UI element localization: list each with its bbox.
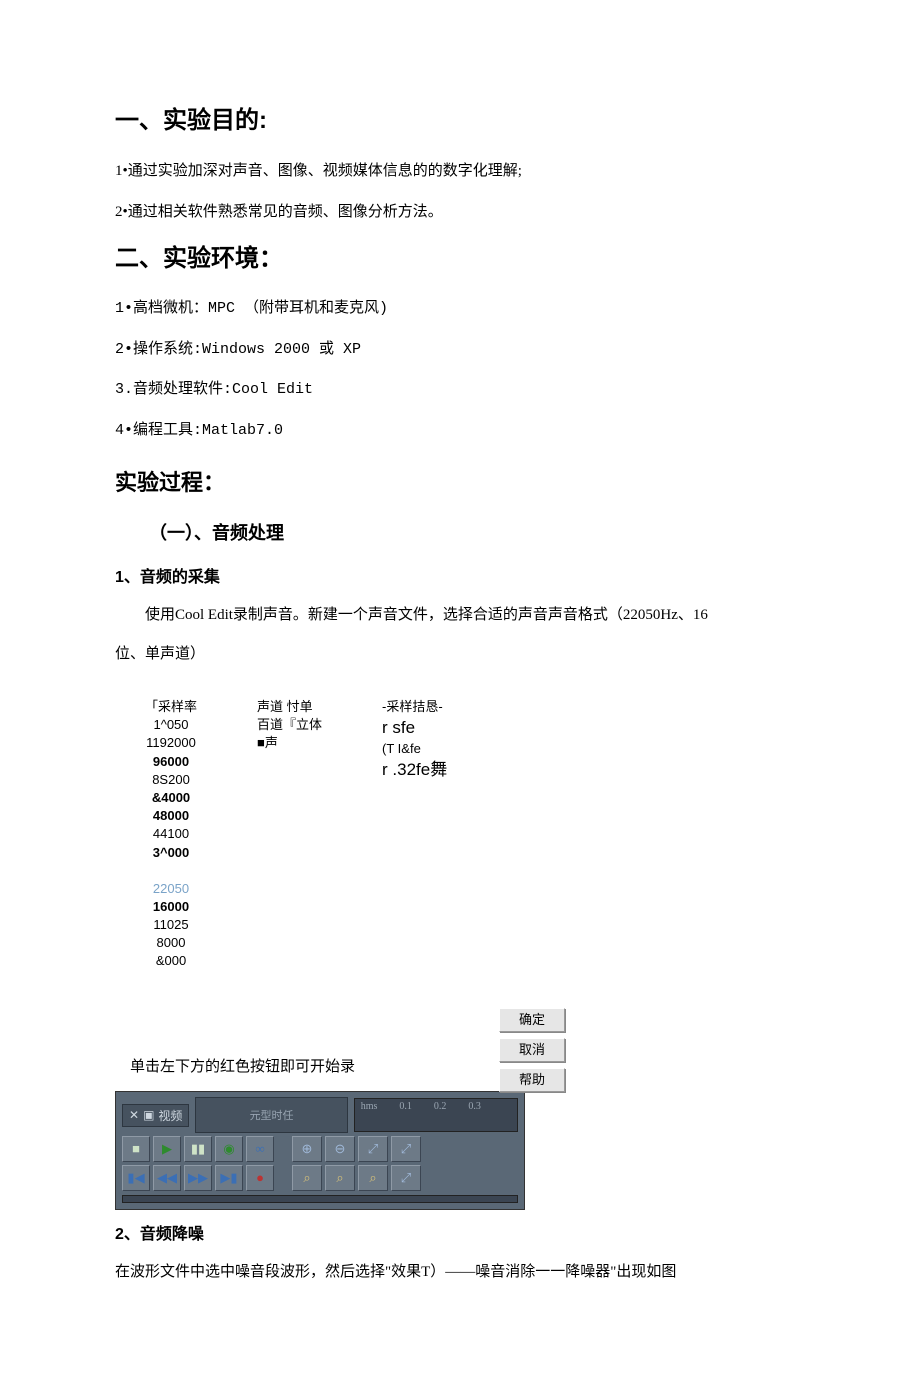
heading-purpose: 一、实验目的:: [115, 100, 805, 135]
stop-button[interactable]: ■: [122, 1136, 150, 1162]
fast-forward-icon: ▶▶: [188, 1170, 208, 1186]
sample-rate-option[interactable]: &000: [156, 952, 186, 970]
play-icon: ▶: [162, 1141, 172, 1157]
magnifier-icon: ⌕: [336, 1170, 343, 1186]
cycle-icon: ◉: [223, 1141, 234, 1157]
toolbar-segment-label: 元型时任: [250, 1107, 294, 1123]
magnifier-icon: ⌕: [303, 1170, 310, 1186]
cancel-button[interactable]: 取消: [499, 1038, 565, 1062]
zoom-tool-1-button[interactable]: ⌕: [292, 1165, 322, 1191]
box-icon: ▣: [143, 1108, 154, 1122]
play-button[interactable]: ▶: [153, 1136, 181, 1162]
ruler-tick: 0.2: [434, 1101, 447, 1112]
ok-button[interactable]: 确定: [499, 1008, 565, 1032]
purpose-item-1: 1•通过实验加深对声音、图像、视频媒体信息的的数字化理解;: [115, 157, 805, 186]
toolbar-strip: [122, 1195, 518, 1203]
capture-text-1: 使用Cool Edit录制声音。新建一个声音文件，选择合适的声音声音格式（220…: [115, 601, 805, 630]
zoom-sel-left-button[interactable]: ⤢: [391, 1165, 421, 1191]
heading-process: 实验过程：: [115, 465, 805, 497]
last-icon: ▶▮: [220, 1170, 237, 1186]
record-icon: ●: [256, 1170, 264, 1186]
rewind-button[interactable]: ◀◀: [153, 1165, 181, 1191]
magnifier-icon: ⌕: [369, 1170, 376, 1186]
zoom-full-icon: ⤢: [368, 1141, 378, 1157]
zoom-in-icon: ⊕: [302, 1141, 313, 1157]
zoom-tool-3-button[interactable]: ⌕: [358, 1165, 388, 1191]
zoom-out-button[interactable]: ⊖: [325, 1136, 355, 1162]
toolbar-segment: 元型时任: [195, 1097, 347, 1133]
resolution-16bit[interactable]: (T I&fe: [382, 740, 421, 758]
purpose-item-2: 2•通过相关软件熟悉常见的音频、图像分析方法。: [115, 198, 805, 227]
new-waveform-dialog: 「采样率 1^050 1192000 96000 8S200 &4000 480…: [115, 698, 805, 971]
video-tab-label: 视频: [158, 1107, 182, 1124]
sample-rate-option[interactable]: 1^050: [153, 716, 188, 734]
fast-forward-button[interactable]: ▶▶: [184, 1165, 212, 1191]
sample-rate-option[interactable]: 1192000: [146, 734, 196, 752]
loop-icon: ∞: [255, 1141, 264, 1157]
resolution-8bit[interactable]: r sfe: [382, 716, 415, 740]
heading-environment: 二、实验环境：: [115, 238, 805, 273]
rewind-icon: ◀◀: [157, 1170, 177, 1186]
pause-button[interactable]: ▮▮: [184, 1136, 212, 1162]
heading-audio-capture: 1、音频的采集: [115, 563, 805, 587]
sample-rate-option[interactable]: 48000: [153, 807, 189, 825]
go-end-button[interactable]: ▶▮: [215, 1165, 243, 1191]
resolution-32bit[interactable]: r .32fe舞: [382, 758, 447, 782]
env-item-2: 2•操作系统:Windows 2000 或 XP: [115, 336, 805, 365]
play-cycle-button[interactable]: ◉: [215, 1136, 243, 1162]
sample-rate-option[interactable]: 11025: [153, 916, 188, 934]
help-button[interactable]: 帮助: [499, 1068, 565, 1092]
zoom-tool-2-button[interactable]: ⌕: [325, 1165, 355, 1191]
loop-button[interactable]: ∞: [246, 1136, 274, 1162]
sample-rate-label: 「采样率: [145, 698, 197, 716]
sample-rate-option[interactable]: 44100: [153, 825, 189, 843]
transport-toolbar: ✕ ▣ 视频 元型时任 hms 0.1 0.2 0.3 ■ ▶ ▮▮ ◉ ∞ ▮…: [115, 1091, 525, 1210]
heading-noise-reduction: 2、音频降噪: [115, 1220, 805, 1244]
resolution-label: -采样拮恳-: [382, 698, 443, 716]
channels-label: 声道 忖单: [257, 698, 313, 716]
record-button[interactable]: ●: [246, 1165, 274, 1191]
stop-icon: ■: [132, 1141, 140, 1157]
channels-stereo[interactable]: 百道『立体: [257, 716, 322, 734]
env-item-4: 4•编程工具:Matlab7.0: [115, 417, 805, 446]
sample-rate-option[interactable]: 16000: [153, 898, 189, 916]
time-ruler[interactable]: hms 0.1 0.2 0.3: [354, 1098, 518, 1132]
zoom-sel-right-button[interactable]: ⤢: [391, 1136, 421, 1162]
click-record-text: 单击左下方的红色按钮即可开始录: [115, 1053, 805, 1082]
sample-rate-option[interactable]: 3^000: [153, 844, 190, 862]
sample-rate-option[interactable]: 8S200: [152, 771, 190, 789]
zoom-full-button[interactable]: ⤢: [358, 1136, 388, 1162]
ruler-tick: 0.3: [468, 1101, 481, 1112]
zoom-in-button[interactable]: ⊕: [292, 1136, 322, 1162]
ruler-hms: hms: [361, 1101, 378, 1112]
capture-text-2: 位、单声道）: [115, 640, 805, 669]
video-tab[interactable]: ✕ ▣ 视频: [122, 1104, 189, 1127]
sample-rate-selected[interactable]: 22050: [153, 880, 189, 898]
noise-text-1: 在波形文件中选中噪音段波形，然后选择"效果T）――噪音消除一一降噪器"出现如图: [115, 1258, 805, 1287]
sample-rate-option[interactable]: 8000: [157, 934, 186, 952]
sample-rate-option[interactable]: 96000: [153, 753, 189, 771]
pause-icon: ▮▮: [191, 1141, 205, 1157]
ruler-tick: 0.1: [399, 1101, 412, 1112]
heading-audio-processing: （一）、音频处理: [149, 519, 805, 545]
zoom-out-icon: ⊖: [335, 1141, 346, 1157]
close-icon[interactable]: ✕: [129, 1108, 139, 1122]
sample-rate-option[interactable]: &4000: [152, 789, 190, 807]
channels-mono[interactable]: ■声: [257, 734, 278, 752]
env-item-3: 3.音频处理软件:Cool Edit: [115, 376, 805, 405]
zoom-sel-left-icon: ⤢: [401, 1170, 411, 1186]
env-item-1: 1•高档微机：MPC （附带耳机和麦克风): [115, 295, 805, 324]
first-icon: ▮◀: [127, 1170, 144, 1186]
go-start-button[interactable]: ▮◀: [122, 1165, 150, 1191]
zoom-sel-right-icon: ⤢: [401, 1141, 411, 1157]
